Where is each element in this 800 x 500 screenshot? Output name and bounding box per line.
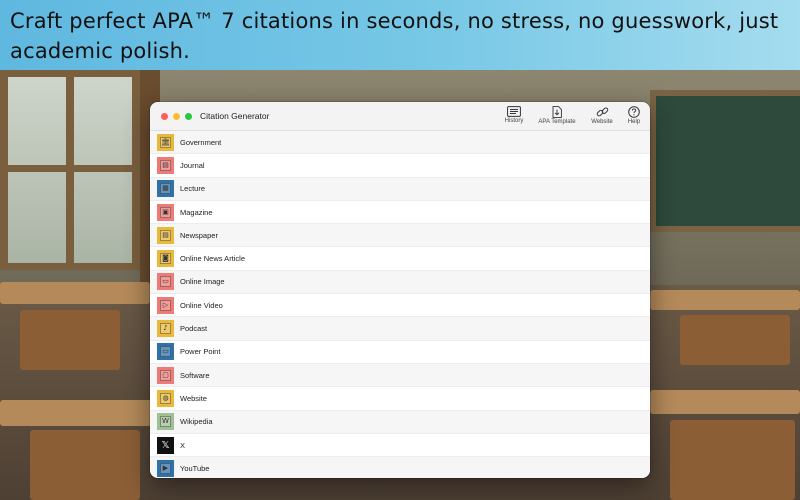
online-image-icon: ▭ xyxy=(157,273,174,291)
journal-icon: ▤ xyxy=(157,156,174,174)
magazine-icon: ▣ xyxy=(157,203,174,221)
window-frame xyxy=(0,165,140,172)
screenshot-stage: Craft perfect APA™ 7 citations in second… xyxy=(0,0,800,500)
icon-glyph: ▤ xyxy=(160,229,171,241)
list-item[interactable]: ◙ Online News Article xyxy=(150,247,650,271)
list-item-label: Newspaper xyxy=(180,230,218,240)
icon-glyph: ▣ xyxy=(160,206,171,218)
promo-headline: Craft perfect APA™ 7 citations in second… xyxy=(10,9,779,63)
icon-glyph: ▦ xyxy=(160,183,171,195)
classroom-window xyxy=(0,70,140,270)
desk xyxy=(0,282,150,304)
newspaper-icon: ▤ xyxy=(157,226,174,244)
help-icon xyxy=(628,106,640,118)
list-item-label: Journal xyxy=(180,160,205,170)
list-item-label: Government xyxy=(180,137,222,147)
link-icon xyxy=(596,107,608,117)
chair xyxy=(680,315,790,365)
x-logo-icon: 𝕏 xyxy=(157,436,174,454)
window-title: Citation Generator xyxy=(200,111,270,121)
list-item-label: Lecture xyxy=(180,184,206,194)
history-icon xyxy=(507,106,521,117)
window-frame xyxy=(0,70,140,77)
list-item[interactable]: W Wikipedia xyxy=(150,410,650,434)
list-item-label: Website xyxy=(180,393,207,403)
list-item[interactable]: ▣ Magazine xyxy=(150,201,650,225)
title-bar: Citation Generator History APA Template xyxy=(150,102,650,131)
software-icon: ▢ xyxy=(157,366,174,384)
list-item-label: YouTube xyxy=(180,463,210,473)
desk xyxy=(650,290,800,310)
list-item[interactable]: ▤ Newspaper xyxy=(150,224,650,248)
list-item-label: Magazine xyxy=(180,207,213,217)
history-button[interactable]: History xyxy=(502,106,526,130)
chair xyxy=(670,420,795,500)
icon-glyph: ♪ xyxy=(160,323,171,335)
chair xyxy=(30,430,140,500)
promo-banner: Craft perfect APA™ 7 citations in second… xyxy=(0,0,800,70)
history-label: History xyxy=(504,118,524,124)
government-icon: 🏛 xyxy=(157,133,174,151)
help-label: Help xyxy=(627,119,641,125)
icon-glyph: ▶ xyxy=(160,462,171,474)
icon-glyph: ▭ xyxy=(160,276,171,288)
list-item-label: Online Image xyxy=(180,277,225,287)
apa-template-label: APA Template xyxy=(538,119,576,125)
icon-glyph: 𝕏 xyxy=(161,439,170,451)
powerpoint-icon: ▭ xyxy=(157,343,174,361)
list-item-label: Power Point xyxy=(180,347,221,357)
list-item[interactable]: ▦ Lecture xyxy=(150,177,650,201)
icon-glyph: ▢ xyxy=(160,369,171,381)
close-window-button[interactable] xyxy=(161,113,168,120)
podcast-icon: ♪ xyxy=(157,320,174,338)
icon-glyph: 🏛 xyxy=(160,136,171,148)
list-item[interactable]: ◍ Website xyxy=(150,387,650,411)
list-item-label: Online News Article xyxy=(180,254,246,264)
list-item[interactable]: ♪ Podcast xyxy=(150,317,650,341)
desk xyxy=(650,390,800,414)
list-item-label: Podcast xyxy=(180,324,208,334)
website-label: Website xyxy=(591,119,613,125)
zoom-window-button[interactable] xyxy=(185,113,192,120)
lecture-icon: ▦ xyxy=(157,180,174,198)
template-download-icon xyxy=(552,106,562,118)
icon-glyph: ◙ xyxy=(160,253,171,265)
online-news-icon: ◙ xyxy=(157,250,174,268)
list-item-label: Online Video xyxy=(180,300,223,310)
list-item[interactable]: ▶ YouTube xyxy=(150,457,650,478)
online-video-icon: ▷ xyxy=(157,296,174,314)
desk xyxy=(0,400,160,426)
list-item[interactable]: ▭ Power Point xyxy=(150,341,650,364)
chair xyxy=(20,310,120,370)
list-item[interactable]: ▤ Journal xyxy=(150,154,650,178)
minimize-window-button[interactable] xyxy=(173,113,180,120)
list-item[interactable]: ▭ Online Image xyxy=(150,270,650,295)
list-item-label: Software xyxy=(180,370,210,380)
window-frame xyxy=(0,263,140,270)
chalkboard xyxy=(650,90,800,232)
list-item[interactable]: ▢ Software xyxy=(150,363,650,388)
wikipedia-icon: W xyxy=(157,413,174,431)
website-icon: ◍ xyxy=(157,389,174,407)
youtube-icon: ▶ xyxy=(157,459,174,477)
website-button[interactable]: Website xyxy=(588,106,616,130)
citation-type-list: 🏛 Government ▤ Journal ▦ Lecture ▣ Magazine ▤ New… xyxy=(150,131,650,478)
help-button[interactable]: Help xyxy=(624,106,644,130)
apa-template-button[interactable]: APA Template xyxy=(536,106,578,130)
icon-glyph: ◍ xyxy=(160,392,171,404)
list-item[interactable]: ▷ Online Video xyxy=(150,294,650,318)
icon-glyph: ▤ xyxy=(160,159,171,171)
citation-generator-window: Citation Generator History APA Template xyxy=(150,102,650,478)
list-item-label: Wikipedia xyxy=(180,417,213,427)
list-item-label: X xyxy=(180,440,186,450)
list-item[interactable]: 🏛 Government xyxy=(150,131,650,155)
list-item[interactable]: 𝕏X xyxy=(150,434,650,458)
icon-glyph: ▷ xyxy=(160,299,171,311)
icon-glyph: W xyxy=(160,416,171,428)
icon-glyph: ▭ xyxy=(160,346,171,358)
